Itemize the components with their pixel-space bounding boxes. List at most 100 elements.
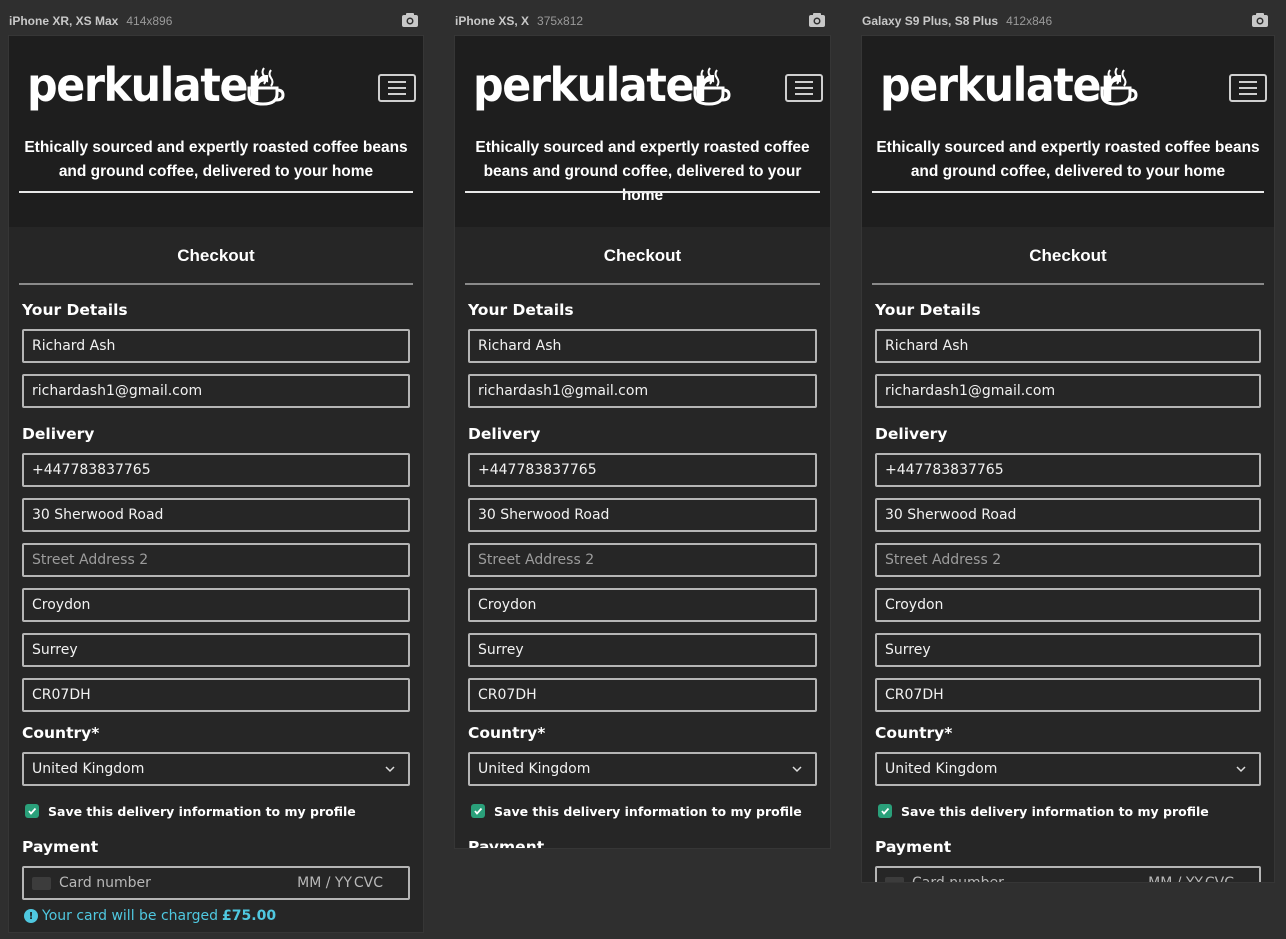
- checkmark-icon: [28, 807, 37, 815]
- phone-field[interactable]: +447783837765: [22, 453, 410, 487]
- menu-toggle-button[interactable]: [785, 74, 823, 102]
- device-label: iPhone XS, X 375x812: [455, 12, 583, 30]
- site-tagline: Ethically sourced and expertly roasted c…: [876, 139, 1260, 180]
- device-name: iPhone XR, XS Max: [9, 14, 119, 28]
- device-dimensions: 412x846: [1006, 14, 1053, 28]
- card-number-placeholder[interactable]: Card number: [912, 875, 1004, 882]
- header-divider: [19, 191, 413, 193]
- credit-card-icon: [32, 877, 51, 890]
- county-field[interactable]: Surrey: [875, 633, 1261, 667]
- county-field[interactable]: Surrey: [468, 633, 817, 667]
- street-address2-field[interactable]: Street Address 2: [468, 543, 817, 577]
- save-info-checkbox[interactable]: [25, 804, 39, 818]
- site-tagline: Ethically sourced and expertly roasted c…: [475, 139, 810, 204]
- phone-field[interactable]: +447783837765: [875, 453, 1261, 487]
- phone-preview-iphone-xr: perkulater Ethically sourced and expertl…: [9, 36, 423, 932]
- delivery-heading: Delivery: [22, 425, 95, 443]
- header-divider: [872, 191, 1264, 193]
- street-address2-field[interactable]: Street Address 2: [875, 543, 1261, 577]
- street-address2-field[interactable]: Street Address 2: [22, 543, 410, 577]
- card-element[interactable]: Card number MM / YY CVC: [875, 866, 1261, 882]
- charge-notice: ! Your card will be charged £75.00: [24, 907, 276, 925]
- save-info-label: Save this delivery information to my pro…: [901, 803, 1209, 819]
- phone-preview-iphone-xs: perkulater Ethically sourced and expertl…: [455, 36, 830, 848]
- site-header: perkulater Ethically sourced and expertl…: [9, 36, 423, 227]
- coffee-cup-icon: [693, 67, 731, 106]
- checkmark-icon: [881, 807, 890, 815]
- save-info-label: Save this delivery information to my pro…: [48, 803, 356, 819]
- save-info-checkbox[interactable]: [471, 804, 485, 818]
- card-expiry-placeholder[interactable]: MM / YY: [297, 875, 352, 891]
- header-divider: [465, 191, 820, 193]
- full-name-field[interactable]: Richard Ash: [875, 329, 1261, 363]
- device-dimensions: 414x896: [126, 14, 173, 28]
- camera-icon[interactable]: [808, 12, 826, 28]
- postcode-field[interactable]: CR07DH: [875, 678, 1261, 712]
- card-element[interactable]: Card number MM / YY CVC: [22, 866, 410, 900]
- device-label: Galaxy S9 Plus, S8 Plus 412x846: [862, 12, 1052, 30]
- your-details-heading: Your Details: [875, 301, 981, 319]
- card-number-placeholder[interactable]: Card number: [59, 875, 151, 891]
- email-field[interactable]: richardash1@gmail.com: [22, 374, 410, 408]
- title-divider: [872, 283, 1264, 285]
- postcode-field[interactable]: CR07DH: [22, 678, 410, 712]
- country-select[interactable]: United Kingdom: [22, 752, 410, 786]
- charge-prefix: Your card will be charged: [42, 908, 219, 924]
- street-address1-field[interactable]: 30 Sherwood Road: [875, 498, 1261, 532]
- town-field[interactable]: Croydon: [22, 588, 410, 622]
- payment-heading: Payment: [22, 838, 99, 856]
- page-title: Checkout: [177, 246, 255, 265]
- device-label: iPhone XR, XS Max 414x896: [9, 12, 172, 30]
- card-expiry-placeholder[interactable]: MM / YY: [1148, 875, 1203, 882]
- delivery-heading: Delivery: [468, 425, 541, 443]
- street-address1-field[interactable]: 30 Sherwood Road: [22, 498, 410, 532]
- postcode-field[interactable]: CR07DH: [468, 678, 817, 712]
- payment-heading: Payment: [468, 838, 545, 848]
- site-logo[interactable]: perkulater: [27, 62, 268, 108]
- charge-amount: £75.00: [222, 908, 277, 924]
- coffee-cup-icon: [247, 67, 285, 106]
- site-header: perkulater Ethically sourced and expertl…: [862, 36, 1274, 227]
- save-info-row[interactable]: Save this delivery information to my pro…: [878, 803, 1209, 819]
- payment-heading: Payment: [875, 838, 952, 856]
- camera-icon[interactable]: [1251, 12, 1269, 28]
- town-field[interactable]: Croydon: [875, 588, 1261, 622]
- your-details-heading: Your Details: [22, 301, 128, 319]
- title-divider: [465, 283, 820, 285]
- country-select[interactable]: United Kingdom: [468, 752, 817, 786]
- save-info-row[interactable]: Save this delivery information to my pro…: [25, 803, 356, 819]
- camera-icon[interactable]: [401, 12, 419, 28]
- street-address1-field[interactable]: 30 Sherwood Road: [468, 498, 817, 532]
- save-info-checkbox[interactable]: [878, 804, 892, 818]
- email-field[interactable]: richardash1@gmail.com: [875, 374, 1261, 408]
- chevron-down-icon: [385, 766, 395, 773]
- country-label: Country*: [875, 724, 953, 742]
- your-details-heading: Your Details: [468, 301, 574, 319]
- site-logo[interactable]: perkulater: [473, 62, 714, 108]
- menu-toggle-button[interactable]: [378, 74, 416, 102]
- hamburger-icon: [388, 81, 406, 83]
- full-name-field[interactable]: Richard Ash: [468, 329, 817, 363]
- hamburger-icon: [1239, 81, 1257, 83]
- device-name: Galaxy S9 Plus, S8 Plus: [862, 14, 999, 28]
- country-select-value: United Kingdom: [478, 761, 591, 777]
- card-cvc-placeholder[interactable]: CVC: [1205, 875, 1234, 882]
- site-logo[interactable]: perkulater: [880, 62, 1121, 108]
- save-info-row[interactable]: Save this delivery information to my pro…: [471, 803, 802, 819]
- page-title: Checkout: [1029, 246, 1107, 265]
- site-tagline: Ethically sourced and expertly roasted c…: [24, 139, 408, 180]
- delivery-heading: Delivery: [875, 425, 948, 443]
- credit-card-icon: [885, 877, 904, 882]
- email-field[interactable]: richardash1@gmail.com: [468, 374, 817, 408]
- town-field[interactable]: Croydon: [468, 588, 817, 622]
- country-select[interactable]: United Kingdom: [875, 752, 1261, 786]
- device-name: iPhone XS, X: [455, 14, 530, 28]
- county-field[interactable]: Surrey: [22, 633, 410, 667]
- card-cvc-placeholder[interactable]: CVC: [354, 875, 383, 891]
- menu-toggle-button[interactable]: [1229, 74, 1267, 102]
- save-info-label: Save this delivery information to my pro…: [494, 803, 802, 819]
- full-name-field[interactable]: Richard Ash: [22, 329, 410, 363]
- info-icon: !: [24, 909, 38, 923]
- phone-field[interactable]: +447783837765: [468, 453, 817, 487]
- chevron-down-icon: [792, 766, 802, 773]
